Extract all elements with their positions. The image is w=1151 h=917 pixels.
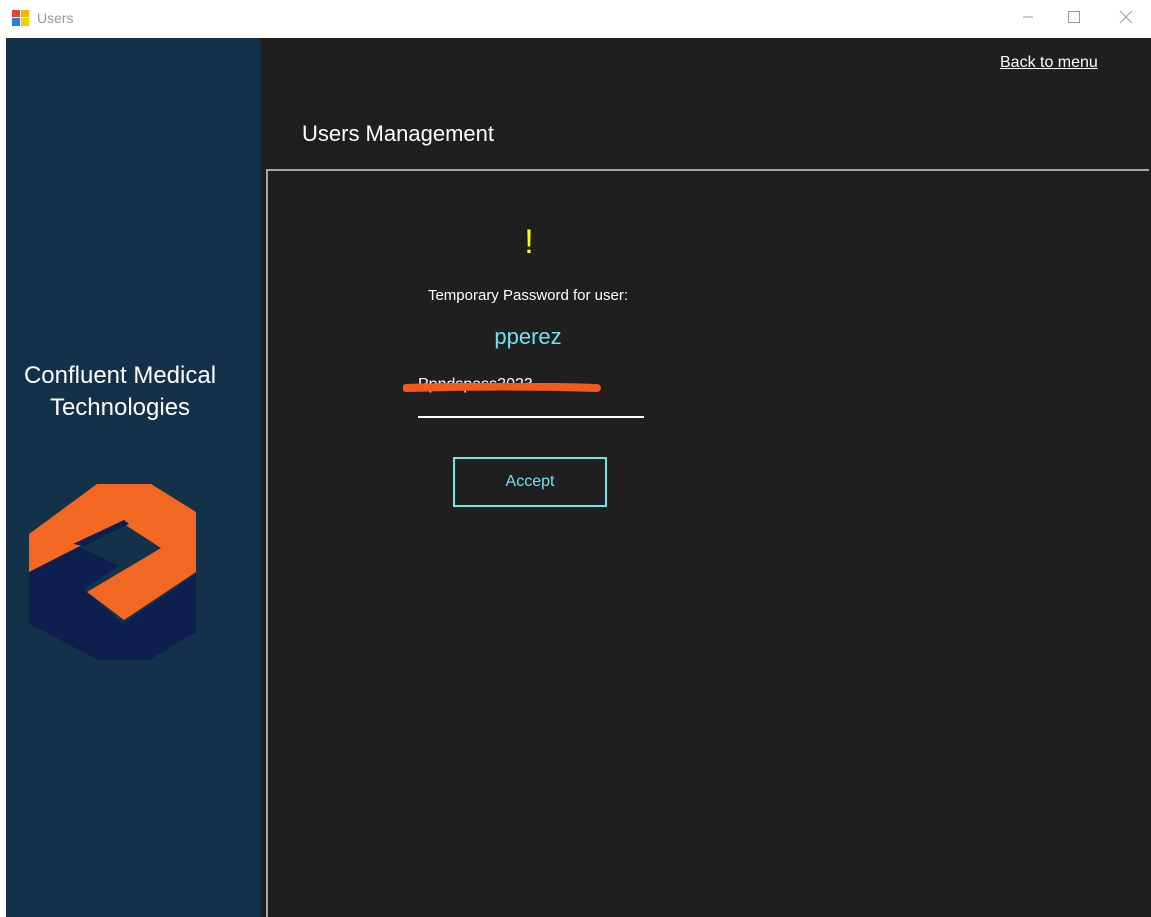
users-window: Users Confluent Medical Technologies Bac… bbox=[0, 0, 1151, 917]
content-panel: ! Temporary Password for user: pperez Pp… bbox=[266, 169, 1149, 917]
temp-password-label: Temporary Password for user: bbox=[427, 287, 629, 304]
brand-sidebar: Confluent Medical Technologies bbox=[6, 38, 261, 917]
temp-password-field[interactable]: Ppndspass2023 bbox=[403, 371, 644, 418]
warning-icon: ! bbox=[524, 223, 534, 261]
close-icon bbox=[1119, 10, 1133, 24]
back-to-menu-link[interactable]: Back to menu bbox=[1000, 54, 1098, 72]
close-button[interactable] bbox=[1103, 0, 1149, 34]
maximize-button[interactable] bbox=[1051, 0, 1097, 34]
title-bar: Users bbox=[0, 0, 1151, 38]
password-underline bbox=[418, 416, 644, 418]
page-title: Users Management bbox=[302, 121, 494, 146]
accept-button[interactable]: Accept bbox=[453, 457, 607, 507]
maximize-icon bbox=[1068, 11, 1080, 23]
confluent-logo bbox=[29, 484, 196, 660]
main-area: Back to menu Users Management ! Temporar… bbox=[261, 38, 1151, 917]
company-name: Confluent Medical Technologies bbox=[23, 362, 217, 421]
window-title: Users bbox=[37, 10, 74, 26]
app-window-icon bbox=[12, 10, 29, 26]
minimize-button[interactable] bbox=[1005, 0, 1051, 34]
username-value: pperez bbox=[494, 324, 562, 349]
minimize-icon bbox=[1023, 16, 1033, 18]
redaction-mark bbox=[403, 383, 601, 392]
